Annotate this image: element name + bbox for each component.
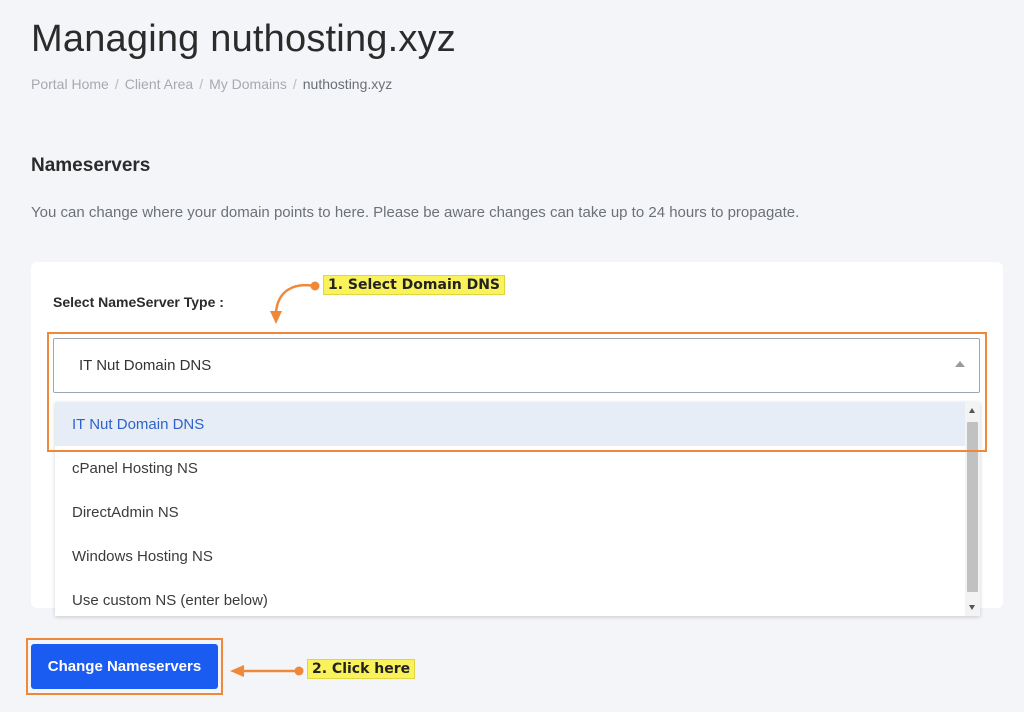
option-it-nut-domain-dns[interactable]: IT Nut Domain DNS — [55, 402, 965, 446]
breadcrumb-separator: / — [199, 76, 204, 92]
nameservers-description: You can change where your domain points … — [31, 204, 800, 221]
caret-up-icon — [955, 361, 965, 367]
breadcrumb-client-area[interactable]: Client Area — [125, 76, 193, 92]
option-label: DirectAdmin NS — [72, 504, 179, 521]
step2-arrow-dot — [294, 666, 304, 676]
option-use-custom-ns[interactable]: Use custom NS (enter below) — [55, 578, 965, 616]
select-current-value: IT Nut Domain DNS — [79, 357, 212, 374]
step2-arrow-head — [230, 665, 244, 677]
step1-annotation: 1. Select Domain DNS — [323, 275, 506, 295]
breadcrumb-current-domain: nuthosting.xyz — [302, 76, 393, 92]
option-label: cPanel Hosting NS — [72, 460, 198, 477]
dropdown-scrollbar[interactable] — [965, 402, 980, 616]
breadcrumb-separator: / — [292, 76, 297, 92]
scroll-down-arrow-icon[interactable] — [969, 605, 975, 610]
nameserver-options-dropdown: IT Nut Domain DNS cPanel Hosting NS Dire… — [55, 402, 980, 616]
change-nameservers-button[interactable]: Change Nameservers — [31, 644, 218, 689]
scroll-up-arrow-icon[interactable] — [969, 408, 975, 413]
option-windows-hosting-ns[interactable]: Windows Hosting NS — [55, 534, 965, 578]
option-label: Use custom NS (enter below) — [72, 592, 268, 609]
breadcrumb-my-domains[interactable]: My Domains — [209, 76, 287, 92]
nameserver-type-select[interactable]: IT Nut Domain DNS — [53, 338, 980, 393]
nameserver-type-label: Select NameServer Type : — [53, 294, 224, 310]
scrollbar-thumb[interactable] — [967, 422, 978, 592]
option-label: IT Nut Domain DNS — [72, 416, 205, 433]
option-cpanel-hosting-ns[interactable]: cPanel Hosting NS — [55, 446, 965, 490]
option-directadmin-ns[interactable]: DirectAdmin NS — [55, 490, 965, 534]
breadcrumb-portal-home[interactable]: Portal Home — [31, 76, 109, 92]
option-label: Windows Hosting NS — [72, 548, 213, 565]
step2-annotation: 2. Click here — [307, 659, 416, 679]
breadcrumb: Portal Home / Client Area / My Domains / nutho… — [31, 76, 392, 92]
nameservers-heading: Nameservers — [31, 155, 151, 176]
page-title: Managing nuthosting.xyz — [31, 18, 456, 60]
breadcrumb-separator: / — [114, 76, 119, 92]
